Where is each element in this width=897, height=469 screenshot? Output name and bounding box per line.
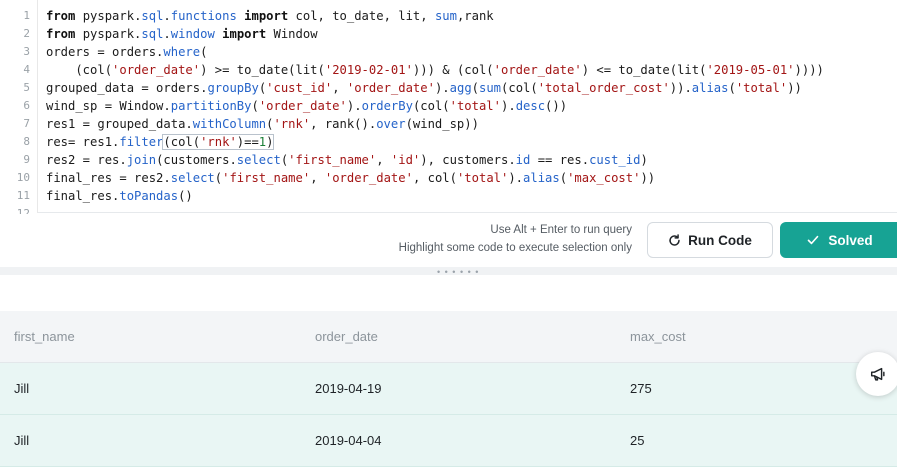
code-line[interactable]: 8 res= res1.filter(col('rnk')==1) [0, 133, 897, 151]
solved-label: Solved [828, 232, 873, 248]
code-editor[interactable]: 1 from pyspark.sql.functions import col, … [0, 0, 897, 220]
line-number: 3 [23, 45, 30, 58]
column-header-order-date[interactable]: order_date [315, 311, 378, 363]
code-text[interactable]: from pyspark.sql.functions import col, t… [46, 7, 494, 25]
code-text[interactable]: wind_sp = Window.partitionBy('order_date… [46, 97, 567, 115]
line-number: 2 [23, 27, 30, 40]
line-number: 7 [23, 117, 30, 130]
table-row: Jill 2019-04-04 25 [0, 415, 897, 467]
code-text[interactable]: res1 = grouped_data.withColumn('rnk', ra… [46, 115, 479, 133]
run-code-label: Run Code [688, 232, 752, 248]
cell-order-date: 2019-04-04 [315, 433, 382, 448]
results-table: first_name order_date max_cost Jill 2019… [0, 275, 897, 469]
panel-resize-handle[interactable]: • • • • • • [0, 267, 897, 277]
code-text[interactable]: from pyspark.sql.window import Window [46, 25, 318, 43]
line-number: 10 [16, 171, 30, 184]
feedback-button[interactable] [856, 352, 897, 396]
code-line[interactable]: 10 final_res = res2.select('first_name', … [0, 169, 897, 187]
table-header: first_name order_date max_cost [0, 311, 897, 363]
cell-order-date: 2019-04-19 [315, 381, 382, 396]
line-number: 1 [23, 9, 30, 22]
run-shortcut-hint: Use Alt + Enter to run query [490, 224, 632, 236]
line-number: 6 [23, 99, 30, 112]
code-line[interactable]: 11 final_res.toPandas() [0, 187, 897, 205]
cell-max-cost: 275 [630, 381, 652, 396]
cell-max-cost: 25 [630, 433, 645, 448]
code-text[interactable]: res2 = res.join(customers.select('first_… [46, 151, 648, 169]
code-text[interactable]: final_res = res2.select('first_name', 'o… [46, 169, 655, 187]
run-code-button[interactable]: Run Code [647, 222, 773, 258]
refresh-icon [669, 233, 680, 246]
code-text[interactable]: res= res1.filter(col('rnk')==1) [46, 133, 275, 151]
megaphone-icon [870, 367, 885, 381]
solved-button[interactable]: Solved [780, 222, 897, 258]
code-text[interactable]: orders = orders.where( [46, 43, 207, 61]
cell-first-name: Jill [14, 433, 30, 448]
selection-hint: Highlight some code to execute selection… [398, 242, 632, 254]
code-line[interactable]: 2 from pyspark.sql.window import Window [0, 25, 897, 43]
table-row: Jill 2019-04-19 275 [0, 363, 897, 415]
line-number: 8 [23, 135, 30, 148]
column-header-max-cost[interactable]: max_cost [630, 311, 686, 363]
code-line[interactable]: 9 res2 = res.join(customers.select('first… [0, 151, 897, 169]
code-line[interactable]: 1 from pyspark.sql.functions import col, … [0, 7, 897, 25]
column-header-first-name[interactable]: first_name [14, 311, 75, 363]
line-number: 9 [23, 153, 30, 166]
editor-toolbar: Use Alt + Enter to run query Highlight s… [0, 214, 897, 267]
line-number: 5 [23, 81, 30, 94]
code-line[interactable]: 5 grouped_data = orders.groupBy('cust_id'… [0, 79, 897, 97]
cell-first-name: Jill [14, 381, 30, 396]
code-line[interactable]: 4 (col('order_date') >= to_date(lit('201… [0, 61, 897, 79]
code-text[interactable]: final_res.toPandas() [46, 187, 193, 205]
line-number: 11 [16, 189, 30, 202]
check-icon [808, 235, 819, 245]
code-line[interactable]: 3 orders = orders.where( [0, 43, 897, 61]
code-line[interactable]: 6 wind_sp = Window.partitionBy('order_dat… [0, 97, 897, 115]
code-text[interactable]: grouped_data = orders.groupBy('cust_id',… [46, 79, 802, 97]
code-line[interactable]: 7 res1 = grouped_data.withColumn('rnk', r… [0, 115, 897, 133]
line-number: 4 [23, 63, 30, 76]
code-text[interactable]: (col('order_date') >= to_date(lit('2019-… [46, 61, 824, 79]
